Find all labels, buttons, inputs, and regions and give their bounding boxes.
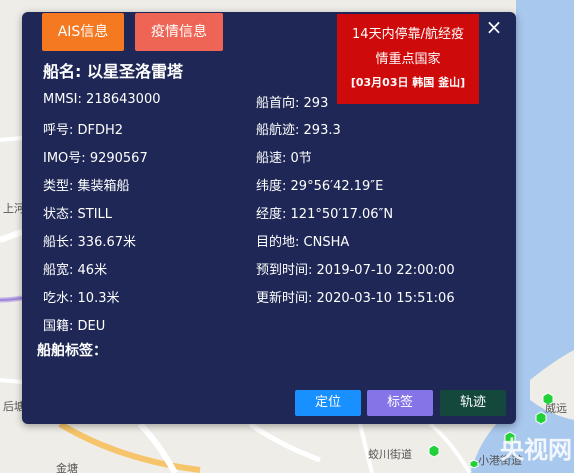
field-key: 更新时间:: [256, 291, 313, 306]
ship-tags-label: 船舶标签：: [37, 343, 107, 359]
field-beam: 船宽: 46米: [43, 259, 107, 278]
field-key: 船速:: [256, 151, 287, 166]
field-eta: 预到时间: 2019-07-10 22:00:00: [256, 259, 455, 278]
field-mmsi: MMSI: 218643000: [43, 92, 161, 107]
field-course: 船航迹: 293.3: [256, 119, 341, 138]
field-value: 336.67米: [77, 235, 137, 250]
field-key: 纬度:: [256, 179, 287, 194]
field-key: 预到时间:: [256, 263, 313, 278]
tab-ais-info[interactable]: AIS信息: [42, 13, 124, 51]
field-value: 2019-07-10 22:00:00: [316, 263, 455, 278]
field-longitude: 经度: 121°50′17.06″N: [256, 203, 393, 222]
field-update-time: 更新时间: 2020-03-10 15:51:06: [256, 287, 455, 306]
field-key: 目的地:: [256, 235, 300, 250]
field-value: 293.3: [303, 123, 341, 138]
field-key: 船首向:: [256, 96, 300, 111]
field-key: 船长:: [43, 235, 74, 250]
field-value: 0节: [290, 151, 312, 166]
field-value: DFDH2: [77, 123, 124, 138]
field-key: 类型:: [43, 179, 74, 194]
field-key: 经度:: [256, 207, 287, 222]
field-status: 状态: STILL: [43, 203, 112, 222]
map-label: 蛟川街道: [368, 448, 412, 461]
field-type: 类型: 集装箱船: [43, 175, 130, 194]
field-destination: 目的地: CNSHA: [256, 231, 349, 250]
ship-info-popup: AIS信息 疫情信息 14天内停靠/航经疫 情重点国家 [03月03日 韩国 釜…: [22, 12, 516, 424]
field-value: 29°56′42.19″E: [290, 179, 384, 194]
field-key: 船航迹:: [256, 123, 300, 138]
field-imo: IMO号: 9290567: [43, 147, 148, 166]
field-value: 2020-03-10 15:51:06: [316, 291, 455, 306]
map-label: 金塘: [56, 462, 78, 473]
alert-line-2: 情重点国家: [375, 52, 441, 67]
field-heading: 船首向: 293: [256, 92, 328, 111]
epidemic-alert-badge: 14天内停靠/航经疫 情重点国家 [03月03日 韩国 釜山]: [337, 14, 479, 104]
field-key: MMSI:: [43, 92, 82, 107]
alert-line-1: 14天内停靠/航经疫: [352, 27, 464, 42]
close-icon[interactable]: ×: [483, 16, 505, 38]
field-value: 9290567: [89, 151, 148, 166]
field-key: 呼号:: [43, 123, 74, 138]
field-key: 船宽:: [43, 263, 74, 278]
field-flag: 国籍: DEU: [43, 315, 105, 334]
field-value: DEU: [77, 319, 106, 334]
locate-button[interactable]: 定位: [295, 390, 361, 416]
field-value: 集装箱船: [77, 179, 130, 194]
track-button[interactable]: 轨迹: [440, 390, 506, 416]
field-value: CNSHA: [303, 235, 350, 250]
field-value: STILL: [77, 207, 113, 222]
field-length: 船长: 336.67米: [43, 231, 136, 250]
field-key: IMO号:: [43, 151, 86, 166]
field-value: 293: [303, 96, 329, 111]
field-key: 国籍:: [43, 319, 74, 334]
field-key: 状态:: [43, 207, 74, 222]
field-value: 121°50′17.06″N: [290, 207, 394, 222]
tab-epidemic-info[interactable]: 疫情信息: [135, 13, 223, 51]
field-callsign: 呼号: DFDH2: [43, 119, 123, 138]
watermark-logo: 央视网: [500, 436, 572, 464]
field-speed: 船速: 0节: [256, 147, 312, 166]
tag-button[interactable]: 标签: [367, 390, 433, 416]
field-draught: 吃水: 10.3米: [43, 287, 119, 306]
field-value: 46米: [77, 263, 108, 278]
field-value: 218643000: [86, 92, 161, 107]
field-latitude: 纬度: 29°56′42.19″E: [256, 175, 383, 194]
field-value: 10.3米: [77, 291, 120, 306]
field-key: 吃水:: [43, 291, 74, 306]
map-label: 威远: [545, 402, 567, 415]
ship-name: 船名: 以星圣洛雷塔: [43, 62, 183, 81]
alert-line-3: [03月03日 韩国 釜山]: [350, 76, 466, 89]
